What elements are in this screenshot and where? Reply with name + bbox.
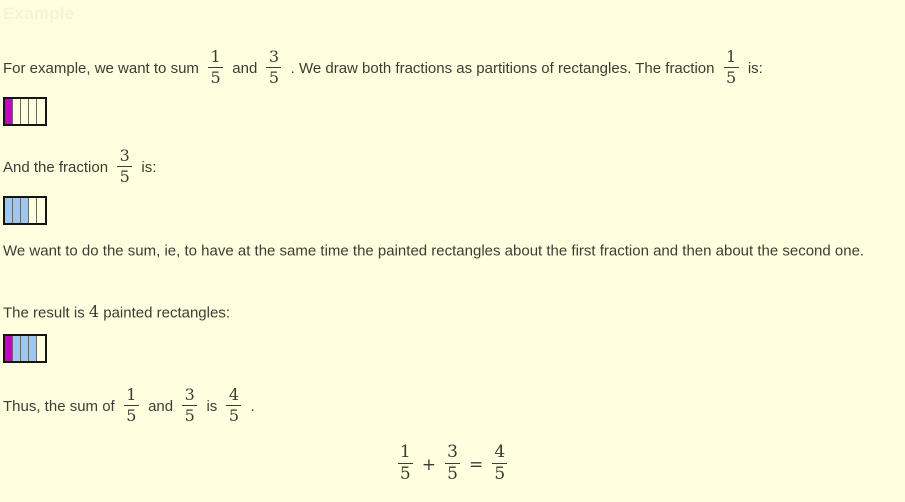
second-text-b: is: bbox=[141, 159, 157, 176]
paragraph-explanation: We want to do the sum, ie, to have at th… bbox=[3, 240, 893, 262]
diagram-cell-empty bbox=[37, 336, 45, 361]
thus-text-c: is bbox=[206, 398, 218, 415]
fraction-four-fifths-thus: 4 5 bbox=[226, 385, 242, 425]
result-text-b: painted rectangles: bbox=[103, 304, 230, 322]
diagram-cell-filled bbox=[13, 336, 21, 361]
fraction-numerator: 3 bbox=[119, 146, 130, 165]
fraction-numerator: 1 bbox=[210, 47, 221, 66]
thus-text-b: and bbox=[148, 398, 174, 415]
equation-fraction-right: 4 5 bbox=[492, 442, 508, 484]
diagram-cell-filled bbox=[5, 198, 13, 223]
diagram-cell-empty bbox=[13, 99, 21, 124]
fraction-numerator: 1 bbox=[126, 385, 137, 404]
intro-text-d: is: bbox=[747, 60, 763, 77]
second-text-a: And the fraction bbox=[3, 159, 109, 176]
fraction-denominator: 5 bbox=[210, 68, 221, 87]
diagram-cell-filled bbox=[13, 198, 21, 223]
paragraph-conclusion: Thus, the sum of 1 5 and 3 5 is 4 5 . bbox=[3, 385, 255, 425]
equation-fraction-middle: 3 5 bbox=[445, 444, 460, 483]
result-count: 4 bbox=[88, 302, 100, 321]
diagram-cell-filled bbox=[5, 336, 13, 361]
fraction-diagram-three-fifths bbox=[3, 196, 47, 225]
diagram-cell-empty bbox=[21, 99, 29, 124]
thus-text-a: Thus, the sum of bbox=[3, 398, 115, 415]
diagram-cell-filled bbox=[21, 336, 29, 361]
fraction-denominator: 5 bbox=[447, 464, 458, 484]
fraction-numerator: 3 bbox=[447, 442, 458, 462]
paragraph-intro: For example, we want to sum 1 5 and 3 5 … bbox=[3, 47, 763, 87]
thus-text-d: . bbox=[250, 398, 255, 415]
fraction-one-fifth-thus: 1 5 bbox=[123, 385, 139, 425]
fraction-diagram-sum-four-fifths bbox=[3, 334, 47, 363]
diagram-cell-filled bbox=[21, 198, 29, 223]
fraction-diagram-one-fifth bbox=[3, 97, 47, 126]
fraction-denominator: 5 bbox=[268, 68, 280, 87]
fraction-denominator: 5 bbox=[119, 167, 130, 186]
fraction-numerator: 1 bbox=[399, 442, 411, 462]
paragraph-second-fraction: And the fraction 3 5 is: bbox=[3, 146, 157, 186]
plus-operator: + bbox=[421, 454, 436, 475]
equation-fraction-left: 1 5 bbox=[397, 442, 413, 484]
explanation-text: We want to do the sum, ie, to have at th… bbox=[3, 242, 865, 260]
fraction-numerator: 3 bbox=[268, 47, 280, 66]
fraction-denominator: 5 bbox=[726, 68, 737, 87]
diagram-cell-filled bbox=[5, 99, 13, 124]
fraction-denominator: 5 bbox=[184, 406, 195, 425]
equals-operator: = bbox=[469, 454, 484, 475]
intro-text-a: For example, we want to sum bbox=[3, 60, 199, 77]
equation-row: 1 5 + 3 5 = 4 5 bbox=[395, 442, 511, 484]
diagram-cell-empty bbox=[37, 99, 45, 124]
intro-text-c: . We draw both fractions as partitions o… bbox=[290, 60, 715, 77]
fraction-denominator: 5 bbox=[228, 406, 240, 425]
fraction-denominator: 5 bbox=[494, 464, 506, 484]
diagram-cell-empty bbox=[37, 198, 45, 223]
fraction-numerator: 4 bbox=[228, 385, 240, 404]
document-page: Example For example, we want to sum 1 5 … bbox=[0, 0, 905, 502]
fraction-numerator: 4 bbox=[494, 442, 506, 462]
intro-text-b: and bbox=[232, 60, 258, 77]
page-title: Example bbox=[3, 4, 75, 23]
fraction-denominator: 5 bbox=[126, 406, 137, 425]
result-text-a: The result is bbox=[3, 304, 85, 322]
diagram-cell-filled bbox=[29, 336, 37, 361]
diagram-cell-empty bbox=[29, 198, 37, 223]
fraction-denominator: 5 bbox=[399, 464, 411, 484]
fraction-three-fifths-intro: 3 5 bbox=[266, 47, 282, 87]
diagram-cell-empty bbox=[29, 99, 37, 124]
paragraph-result: The result is 4 painted rectangles: bbox=[3, 301, 230, 324]
fraction-one-fifth-intro: 1 5 bbox=[208, 47, 224, 87]
fraction-three-fifths-thus: 3 5 bbox=[182, 385, 198, 425]
fraction-one-fifth-intro-2: 1 5 bbox=[723, 47, 739, 87]
display-equation: 1 5 + 3 5 = 4 5 bbox=[0, 443, 905, 484]
fraction-numerator: 1 bbox=[726, 47, 737, 66]
fraction-numerator: 3 bbox=[184, 385, 195, 404]
fraction-three-fifths-second: 3 5 bbox=[117, 146, 133, 186]
